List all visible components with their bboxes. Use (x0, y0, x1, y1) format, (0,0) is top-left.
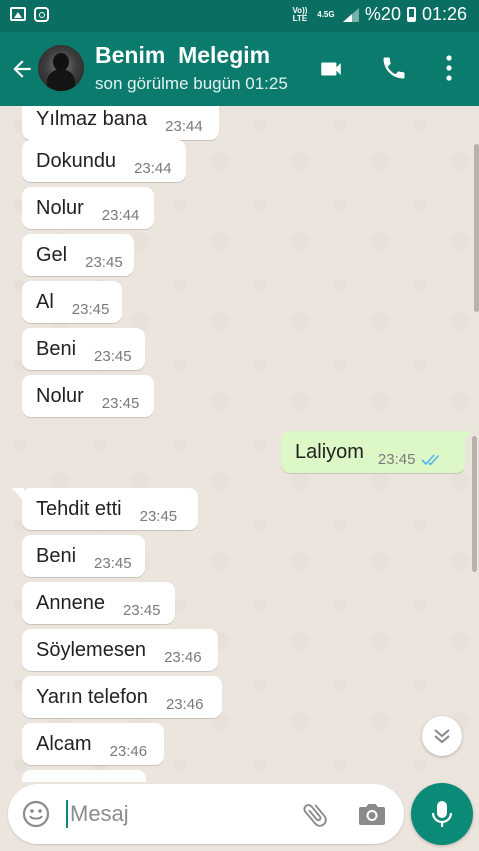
message-incoming[interactable]: Beni 23:45 (22, 535, 145, 577)
message-incoming[interactable]: Söylemesen 23:46 (22, 629, 218, 671)
mic-icon (431, 801, 453, 827)
message-text: Al (36, 290, 54, 313)
network-type-indicator: 4.5G (317, 9, 335, 19)
message-incoming[interactable]: Yarın telefon 23:46 (22, 676, 222, 718)
message-text: Nolur (36, 384, 84, 407)
message-time: 23:45 (377, 450, 416, 468)
message-time: 23:45 (101, 394, 140, 412)
last-seen-status: son görülme bugün 01:25 (95, 74, 288, 93)
emoji-icon[interactable] (22, 800, 50, 828)
message-time: 23:45 (122, 601, 161, 619)
double-chevron-down-icon (434, 729, 450, 744)
message-input[interactable] (70, 798, 290, 830)
clock: 01:26 (421, 4, 467, 24)
message-incoming[interactable]: Yılmaz bana 23:44 (22, 106, 219, 140)
status-bar: Vo)) LTE 4.5G %20 01:26 (0, 0, 479, 32)
message-time: 23:45 (139, 507, 178, 525)
message-text: Beni (36, 544, 77, 567)
chat-header: Benim Melegim son görülme bugün 01:25 (0, 32, 479, 106)
message-time: 23:46 (109, 742, 148, 760)
message-time: 23:46 (164, 648, 202, 666)
instagram-notification-icon (34, 7, 49, 22)
message-text: Gel (36, 243, 68, 266)
message-time: 23:45 (94, 347, 132, 365)
message-time: 23:45 (94, 554, 132, 572)
message-text: Annene (36, 591, 105, 614)
message-incoming[interactable]: Annene 23:45 (22, 582, 175, 624)
text-cursor (66, 800, 68, 828)
message-text: Tehdit etti (36, 497, 122, 520)
message-time: 23:45 (85, 253, 123, 271)
signal-icon (342, 7, 359, 22)
message-incoming[interactable]: Nolur 23:45 (22, 375, 154, 417)
message-incoming[interactable]: Dokundu 23:44 (22, 140, 186, 182)
volte-indicator: Vo)) LTE (292, 5, 308, 23)
scrollbar-thumb[interactable] (474, 144, 479, 312)
scrollbar-thumb[interactable] (472, 436, 477, 572)
message-text: Yarın telefon (36, 685, 148, 708)
message-time: 23:44 (101, 206, 140, 224)
message-incoming[interactable]: Nolur 23:44 (22, 187, 154, 229)
scroll-to-bottom-button[interactable] (422, 716, 462, 756)
mic-button[interactable] (411, 783, 473, 845)
avatar[interactable] (38, 45, 84, 91)
contact-name[interactable]: Benim Melegim (95, 42, 270, 69)
paperclip-icon[interactable] (300, 800, 330, 830)
chat-area[interactable]: Yılmaz bana 23:44 Dokundu 23:44 Nolur 23… (0, 106, 479, 782)
message-text: Yılmaz bana (36, 107, 148, 130)
message-text: Dokundu (36, 149, 117, 172)
message-text: Söylemesen (36, 638, 147, 661)
message-composer (8, 784, 404, 844)
message-text: Alcam (36, 732, 92, 755)
video-call-icon[interactable] (316, 56, 346, 82)
message-time: 23:46 (165, 695, 204, 713)
message-incoming[interactable]: Alcam 23:46 (22, 723, 164, 765)
battery-percent: %20 (364, 4, 401, 24)
message-outgoing[interactable]: Laliyom 23:45 (281, 431, 465, 473)
phone-icon[interactable] (380, 54, 408, 82)
message-time: 23:45 (71, 300, 110, 318)
camera-icon[interactable] (358, 801, 386, 827)
arrow-left-icon[interactable] (9, 56, 35, 82)
more-vert-icon[interactable] (444, 54, 454, 82)
message-time: 23:44 (134, 159, 172, 177)
message-time: 23:44 (165, 117, 203, 135)
message-incoming[interactable]: Beni 23:45 (22, 328, 145, 370)
message-incoming-partial[interactable] (22, 770, 146, 782)
read-receipt-icon (421, 453, 440, 466)
message-text: Beni (36, 337, 77, 360)
message-incoming[interactable]: Al 23:45 (22, 281, 122, 323)
message-text: Nolur (36, 196, 84, 219)
message-text: Laliyom (295, 440, 364, 463)
message-incoming[interactable]: Tehdit etti 23:45 (22, 488, 198, 530)
message-incoming[interactable]: Gel 23:45 (22, 234, 134, 276)
gallery-notification-icon (10, 7, 26, 21)
battery-icon (406, 7, 416, 22)
